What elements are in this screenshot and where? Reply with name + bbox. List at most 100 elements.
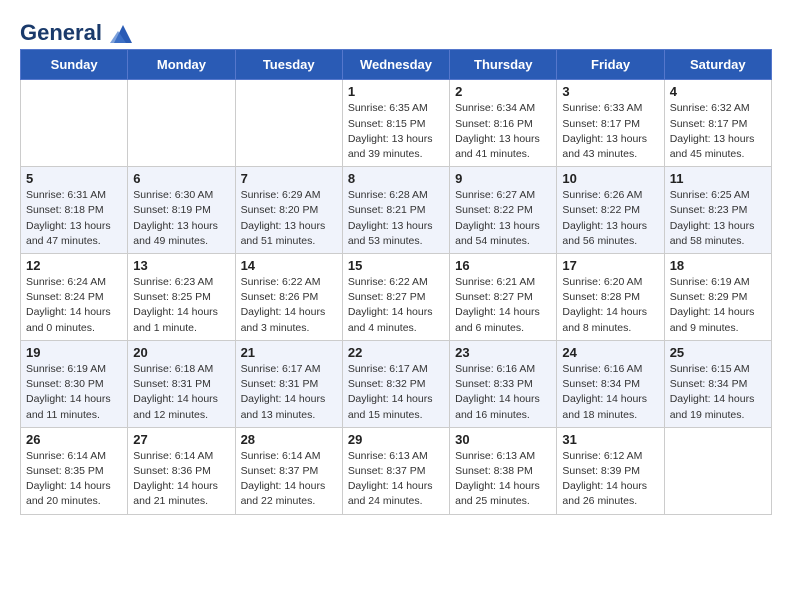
day-info: Sunrise: 6:17 AM Sunset: 8:32 PM Dayligh… [348, 362, 444, 423]
day-info: Sunrise: 6:27 AM Sunset: 8:22 PM Dayligh… [455, 188, 551, 249]
calendar-cell [128, 80, 235, 167]
day-number: 23 [455, 345, 551, 360]
day-number: 4 [670, 84, 766, 99]
day-number: 8 [348, 171, 444, 186]
day-info: Sunrise: 6:30 AM Sunset: 8:19 PM Dayligh… [133, 188, 229, 249]
day-info: Sunrise: 6:15 AM Sunset: 8:34 PM Dayligh… [670, 362, 766, 423]
day-number: 17 [562, 258, 658, 273]
calendar-cell: 12 Sunrise: 6:24 AM Sunset: 8:24 PM Dayli… [21, 254, 128, 341]
page-header: General [20, 20, 772, 43]
calendar-cell: 21 Sunrise: 6:17 AM Sunset: 8:31 PM Dayli… [235, 340, 342, 427]
day-info: Sunrise: 6:32 AM Sunset: 8:17 PM Dayligh… [670, 101, 766, 162]
day-info: Sunrise: 6:17 AM Sunset: 8:31 PM Dayligh… [241, 362, 337, 423]
day-number: 1 [348, 84, 444, 99]
day-number: 6 [133, 171, 229, 186]
calendar-cell: 19 Sunrise: 6:19 AM Sunset: 8:30 PM Dayli… [21, 340, 128, 427]
calendar-cell: 1 Sunrise: 6:35 AM Sunset: 8:15 PM Daylig… [342, 80, 449, 167]
day-info: Sunrise: 6:28 AM Sunset: 8:21 PM Dayligh… [348, 188, 444, 249]
calendar-cell: 10 Sunrise: 6:26 AM Sunset: 8:22 PM Dayli… [557, 167, 664, 254]
day-number: 19 [26, 345, 122, 360]
calendar-cell: 22 Sunrise: 6:17 AM Sunset: 8:32 PM Dayli… [342, 340, 449, 427]
calendar-week-row: 19 Sunrise: 6:19 AM Sunset: 8:30 PM Dayli… [21, 340, 772, 427]
calendar-cell: 13 Sunrise: 6:23 AM Sunset: 8:25 PM Dayli… [128, 254, 235, 341]
calendar-cell [21, 80, 128, 167]
day-number: 13 [133, 258, 229, 273]
calendar-cell: 26Sunrise: 6:14 AM Sunset: 8:35 PM Dayli… [21, 427, 128, 514]
logo-icon [110, 23, 136, 45]
day-number: 12 [26, 258, 122, 273]
day-number: 22 [348, 345, 444, 360]
day-info: Sunrise: 6:26 AM Sunset: 8:22 PM Dayligh… [562, 188, 658, 249]
day-info: Sunrise: 6:14 AM Sunset: 8:37 PM Dayligh… [241, 449, 337, 510]
day-info: Sunrise: 6:29 AM Sunset: 8:20 PM Dayligh… [241, 188, 337, 249]
calendar-week-row: 1 Sunrise: 6:35 AM Sunset: 8:15 PM Daylig… [21, 80, 772, 167]
day-info: Sunrise: 6:35 AM Sunset: 8:15 PM Dayligh… [348, 101, 444, 162]
day-info: Sunrise: 6:22 AM Sunset: 8:26 PM Dayligh… [241, 275, 337, 336]
day-number: 28 [241, 432, 337, 447]
day-info: Sunrise: 6:19 AM Sunset: 8:29 PM Dayligh… [670, 275, 766, 336]
calendar-cell: 9 Sunrise: 6:27 AM Sunset: 8:22 PM Daylig… [450, 167, 557, 254]
day-info: Sunrise: 6:31 AM Sunset: 8:18 PM Dayligh… [26, 188, 122, 249]
day-number: 29 [348, 432, 444, 447]
day-info: Sunrise: 6:25 AM Sunset: 8:23 PM Dayligh… [670, 188, 766, 249]
calendar-header-row: SundayMondayTuesdayWednesdayThursdayFrid… [21, 50, 772, 80]
calendar-cell: 28 Sunrise: 6:14 AM Sunset: 8:37 PM Dayli… [235, 427, 342, 514]
column-header-monday: Monday [128, 50, 235, 80]
logo-text: General [20, 20, 136, 45]
calendar-cell [235, 80, 342, 167]
day-info: Sunrise: 6:14 AM Sunset: 8:36 PM Dayligh… [133, 449, 229, 510]
day-number: 30 [455, 432, 551, 447]
day-info: Sunrise: 6:16 AM Sunset: 8:34 PM Dayligh… [562, 362, 658, 423]
day-number: 14 [241, 258, 337, 273]
calendar-cell: 7 Sunrise: 6:29 AM Sunset: 8:20 PM Daylig… [235, 167, 342, 254]
calendar-cell: 29 Sunrise: 6:13 AM Sunset: 8:37 PM Dayli… [342, 427, 449, 514]
day-number: 16 [455, 258, 551, 273]
day-number: 7 [241, 171, 337, 186]
calendar-cell: 5 Sunrise: 6:31 AM Sunset: 8:18 PM Daylig… [21, 167, 128, 254]
day-number: 3 [562, 84, 658, 99]
day-number: 5 [26, 171, 122, 186]
calendar-cell: 23 Sunrise: 6:16 AM Sunset: 8:33 PM Dayli… [450, 340, 557, 427]
day-number: 31 [562, 432, 658, 447]
day-number: 9 [455, 171, 551, 186]
calendar-week-row: 26Sunrise: 6:14 AM Sunset: 8:35 PM Dayli… [21, 427, 772, 514]
calendar-cell: 11 Sunrise: 6:25 AM Sunset: 8:23 PM Dayli… [664, 167, 771, 254]
day-number: 2 [455, 84, 551, 99]
day-info: Sunrise: 6:24 AM Sunset: 8:24 PM Dayligh… [26, 275, 122, 336]
calendar-cell: 17 Sunrise: 6:20 AM Sunset: 8:28 PM Dayli… [557, 254, 664, 341]
calendar-cell: 16 Sunrise: 6:21 AM Sunset: 8:27 PM Dayli… [450, 254, 557, 341]
column-header-sunday: Sunday [21, 50, 128, 80]
day-info: Sunrise: 6:19 AM Sunset: 8:30 PM Dayligh… [26, 362, 122, 423]
day-number: 21 [241, 345, 337, 360]
day-info: Sunrise: 6:22 AM Sunset: 8:27 PM Dayligh… [348, 275, 444, 336]
day-number: 24 [562, 345, 658, 360]
day-info: Sunrise: 6:20 AM Sunset: 8:28 PM Dayligh… [562, 275, 658, 336]
day-info: Sunrise: 6:13 AM Sunset: 8:37 PM Dayligh… [348, 449, 444, 510]
day-info: Sunrise: 6:34 AM Sunset: 8:16 PM Dayligh… [455, 101, 551, 162]
column-header-friday: Friday [557, 50, 664, 80]
day-info: Sunrise: 6:23 AM Sunset: 8:25 PM Dayligh… [133, 275, 229, 336]
day-info: Sunrise: 6:21 AM Sunset: 8:27 PM Dayligh… [455, 275, 551, 336]
calendar-cell: 15Sunrise: 6:22 AM Sunset: 8:27 PM Dayli… [342, 254, 449, 341]
day-info: Sunrise: 6:16 AM Sunset: 8:33 PM Dayligh… [455, 362, 551, 423]
calendar-cell: 24 Sunrise: 6:16 AM Sunset: 8:34 PM Dayli… [557, 340, 664, 427]
day-number: 25 [670, 345, 766, 360]
day-number: 27 [133, 432, 229, 447]
calendar-cell: 2 Sunrise: 6:34 AM Sunset: 8:16 PM Daylig… [450, 80, 557, 167]
calendar-cell [664, 427, 771, 514]
day-number: 26 [26, 432, 122, 447]
calendar-week-row: 5 Sunrise: 6:31 AM Sunset: 8:18 PM Daylig… [21, 167, 772, 254]
day-number: 11 [670, 171, 766, 186]
calendar-cell: 20Sunrise: 6:18 AM Sunset: 8:31 PM Dayli… [128, 340, 235, 427]
calendar-cell: 3Sunrise: 6:33 AM Sunset: 8:17 PM Daylig… [557, 80, 664, 167]
calendar-table: SundayMondayTuesdayWednesdayThursdayFrid… [20, 49, 772, 514]
calendar-cell: 31Sunrise: 6:12 AM Sunset: 8:39 PM Dayli… [557, 427, 664, 514]
calendar-cell: 18 Sunrise: 6:19 AM Sunset: 8:29 PM Dayli… [664, 254, 771, 341]
column-header-wednesday: Wednesday [342, 50, 449, 80]
day-info: Sunrise: 6:18 AM Sunset: 8:31 PM Dayligh… [133, 362, 229, 423]
day-number: 18 [670, 258, 766, 273]
column-header-tuesday: Tuesday [235, 50, 342, 80]
day-number: 10 [562, 171, 658, 186]
calendar-cell: 27 Sunrise: 6:14 AM Sunset: 8:36 PM Dayli… [128, 427, 235, 514]
calendar-cell: 6 Sunrise: 6:30 AM Sunset: 8:19 PM Daylig… [128, 167, 235, 254]
